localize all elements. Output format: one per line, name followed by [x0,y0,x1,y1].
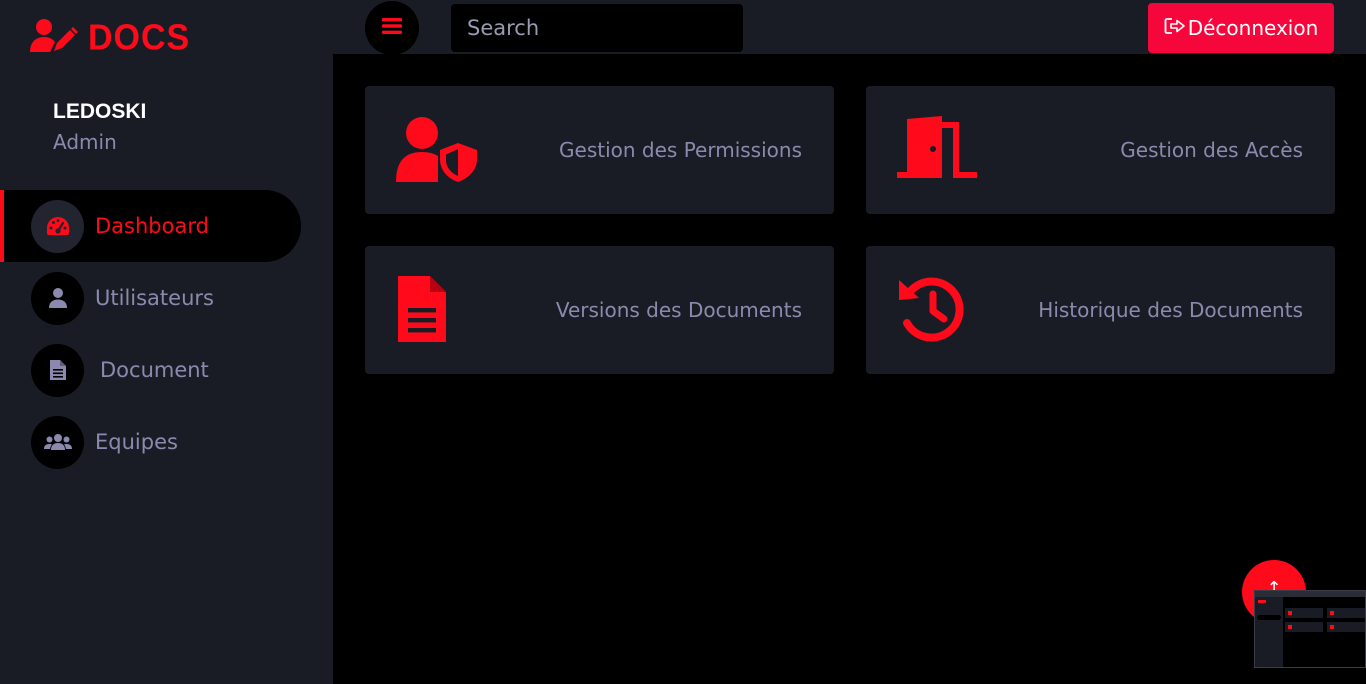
file-icon [31,343,84,397]
bars-icon [382,18,402,38]
user-edit-icon [30,18,78,58]
card-gestion-permissions[interactable]: Gestion des Permissions [365,86,834,214]
sidebar-item-label: Equipes [95,430,178,454]
history-icon [897,276,979,346]
card-label: Gestion des Accès [1120,138,1303,162]
card-label: Versions des Documents [555,298,802,322]
card-versions-documents[interactable]: Versions des Documents [365,246,834,374]
sidebar-nav: Dashboard Utilisateurs Document Equipes [0,190,333,478]
profile-role: Admin [53,130,117,154]
user-icon [31,271,84,325]
sign-out-icon [1164,16,1186,40]
sidebar-item-document[interactable]: Document [0,334,333,406]
profile-name: LEDOSKI [53,100,147,123]
sidebar-item-utilisateurs[interactable]: Utilisateurs [0,262,333,334]
sidebar-item-label: Utilisateurs [95,286,214,310]
window-thumbnail[interactable] [1254,590,1366,668]
top-bar: Déconnexion [333,0,1366,55]
tachometer-icon [31,199,84,253]
sidebar: DOCS LEDOSKI Admin Dashboard Utilisateur… [0,0,333,684]
card-gestion-acces[interactable]: Gestion des Accès [866,86,1335,214]
sidebar-item-equipes[interactable]: Equipes [0,406,333,478]
sidebar-item-label: Document [100,358,209,382]
card-label: Gestion des Permissions [559,138,802,162]
card-historique-documents[interactable]: Historique des Documents [866,246,1335,374]
logout-button[interactable]: Déconnexion [1148,3,1334,53]
card-label: Historique des Documents [1038,298,1303,322]
user-shield-icon [396,116,478,186]
door-open-icon [897,116,979,186]
sidebar-item-dashboard[interactable]: Dashboard [0,190,301,262]
brand-name: DOCS [88,17,191,58]
user-profile: LEDOSKI Admin [53,100,146,154]
logout-label: Déconnexion [1187,16,1319,40]
brand-logo[interactable]: DOCS [30,18,190,58]
users-icon [31,415,84,469]
search-input[interactable] [451,4,743,52]
file-alt-icon [396,276,478,346]
menu-toggle-button[interactable] [365,1,419,55]
sidebar-item-label: Dashboard [95,214,209,238]
